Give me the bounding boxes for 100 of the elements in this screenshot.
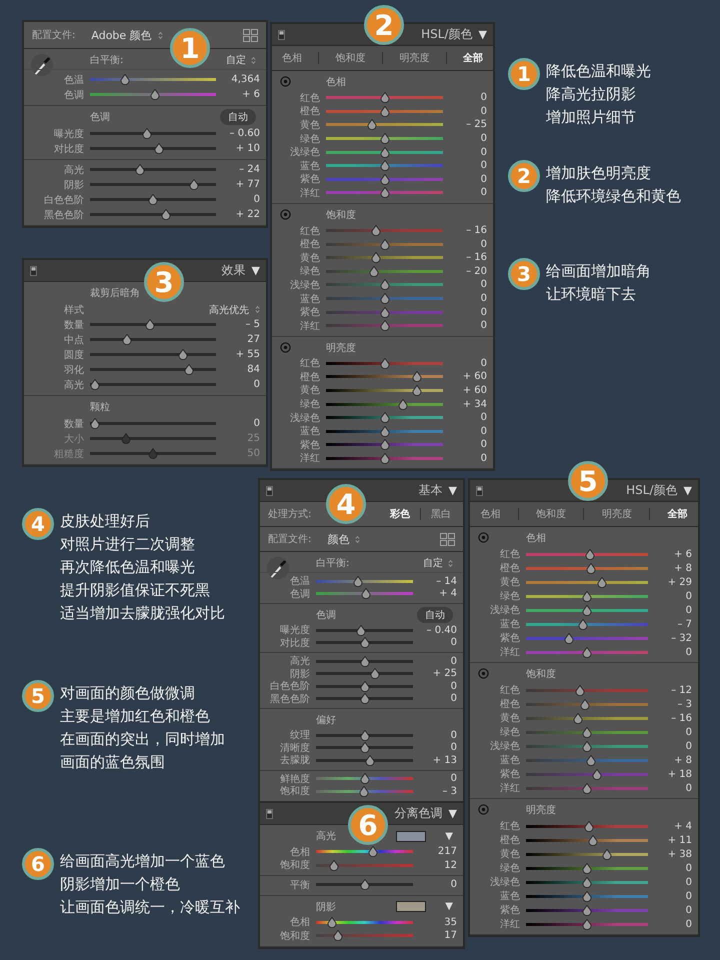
slider-thumb[interactable] (380, 133, 390, 144)
eyedropper-icon[interactable] (30, 53, 54, 77)
slider-thumb[interactable] (380, 452, 390, 464)
slider-thumb[interactable] (582, 740, 592, 752)
slider-thumb[interactable] (582, 782, 592, 794)
slider-thumb[interactable] (360, 693, 370, 704)
panel-switch-icon[interactable] (266, 486, 273, 496)
slider-thumb[interactable] (584, 820, 594, 832)
color-picker-toggle[interactable]: ▼ (445, 830, 453, 842)
profile-dropdown[interactable]: 颜色 (327, 532, 350, 546)
preset-dropdown[interactable]: 自定 (226, 53, 246, 67)
panel-switch-icon[interactable] (476, 486, 483, 496)
slider-thumb[interactable] (380, 160, 390, 172)
slider-thumb[interactable] (380, 279, 390, 290)
slider-thumb[interactable] (360, 637, 370, 648)
slider-thumb[interactable] (358, 786, 369, 797)
slider-thumb[interactable] (360, 879, 370, 890)
tab[interactable]: 色相 (278, 49, 306, 67)
collapse-toggle[interactable]: ▼ (684, 484, 692, 497)
slider-thumb[interactable] (412, 371, 422, 382)
treatment-option[interactable]: 彩色 (386, 505, 414, 523)
slider-thumb[interactable] (368, 266, 379, 277)
slider-thumb[interactable] (370, 668, 380, 680)
slider-thumb[interactable] (364, 754, 375, 766)
slider-thumb[interactable] (380, 358, 390, 369)
profile-dropdown[interactable]: Adobe 颜色 (91, 28, 152, 42)
collapse-toggle[interactable]: ▼ (252, 264, 260, 277)
slider-thumb[interactable] (582, 726, 592, 738)
slider-thumb[interactable] (380, 92, 390, 104)
slider-thumb[interactable] (329, 860, 340, 871)
slider-thumb[interactable] (160, 209, 171, 220)
collapse-toggle[interactable]: ▼ (448, 807, 457, 820)
slider-thumb[interactable] (580, 698, 590, 710)
slider-thumb[interactable] (582, 890, 592, 902)
slider-thumb[interactable] (380, 412, 390, 424)
slider-thumb[interactable] (582, 604, 592, 616)
slider-thumb[interactable] (380, 146, 390, 158)
slider-thumb[interactable] (582, 918, 592, 930)
slider-thumb[interactable] (122, 334, 132, 345)
slider-thumb[interactable] (582, 876, 592, 888)
slider-thumb[interactable] (90, 379, 100, 390)
slider-thumb[interactable] (90, 418, 100, 429)
auto-button[interactable]: 自动 (417, 607, 453, 623)
color-swatch[interactable] (396, 830, 426, 842)
slider-thumb[interactable] (144, 319, 155, 330)
slider-thumb[interactable] (380, 174, 390, 185)
slider-thumb[interactable] (360, 773, 370, 784)
target-adjust-icon[interactable] (478, 532, 489, 543)
slider-thumb[interactable] (380, 320, 390, 332)
slider-thumb[interactable] (380, 293, 390, 304)
slider-thumb[interactable] (586, 562, 596, 574)
slider-thumb[interactable] (370, 225, 381, 236)
slider-thumb[interactable] (184, 364, 194, 375)
target-adjust-icon[interactable] (280, 342, 291, 352)
treatment-option[interactable]: 黑白 (427, 505, 455, 523)
slider-thumb[interactable] (602, 848, 612, 860)
collapse-toggle[interactable]: ▼ (448, 484, 457, 497)
slider-thumb[interactable] (582, 862, 592, 874)
slider-thumb[interactable] (360, 730, 370, 741)
slider-thumb[interactable] (360, 742, 370, 754)
target-adjust-icon[interactable] (280, 208, 291, 220)
color-swatch[interactable] (396, 901, 426, 912)
panel-switch-icon[interactable] (266, 808, 273, 818)
target-adjust-icon[interactable] (478, 668, 489, 679)
tab[interactable]: 明亮度 (598, 505, 636, 523)
preset-dropdown[interactable]: 自定 (423, 556, 443, 570)
slider-thumb[interactable] (575, 684, 586, 696)
slider-thumb[interactable] (327, 916, 338, 928)
slider-thumb[interactable] (368, 846, 378, 858)
style-dropdown[interactable]: 高光优先 (209, 302, 249, 316)
slider-thumb[interactable] (356, 624, 366, 636)
panel-switch-icon[interactable] (278, 30, 285, 40)
slider-thumb[interactable] (360, 656, 370, 667)
slider-thumb[interactable] (398, 398, 408, 410)
slider-thumb[interactable] (586, 754, 596, 766)
slider-thumb[interactable] (585, 548, 596, 560)
slider-thumb[interactable] (573, 712, 584, 724)
target-adjust-icon[interactable] (478, 804, 489, 815)
slider-thumb[interactable] (380, 106, 390, 117)
slider-thumb[interactable] (178, 349, 188, 360)
slider-thumb[interactable] (564, 632, 574, 644)
grid-icon[interactable] (243, 28, 258, 42)
slider-thumb[interactable] (150, 89, 160, 100)
tab[interactable]: 明亮度 (395, 49, 434, 67)
tab[interactable]: 全部 (458, 49, 487, 67)
slider-thumb[interactable] (412, 384, 422, 396)
slider-thumb[interactable] (592, 768, 602, 780)
slider-thumb[interactable] (366, 119, 377, 130)
slider-thumb[interactable] (380, 306, 390, 318)
tab[interactable]: 色相 (476, 505, 505, 523)
slider-thumb[interactable] (154, 143, 164, 154)
slider-thumb[interactable] (380, 238, 390, 250)
slider-thumb[interactable] (333, 930, 344, 942)
slider-thumb[interactable] (380, 439, 390, 450)
grid-icon[interactable] (440, 532, 455, 546)
slider-thumb[interactable] (188, 179, 199, 190)
slider-thumb[interactable] (380, 426, 390, 437)
slider-thumb[interactable] (148, 194, 158, 205)
slider-thumb[interactable] (582, 590, 592, 602)
slider-thumb[interactable] (370, 252, 381, 264)
